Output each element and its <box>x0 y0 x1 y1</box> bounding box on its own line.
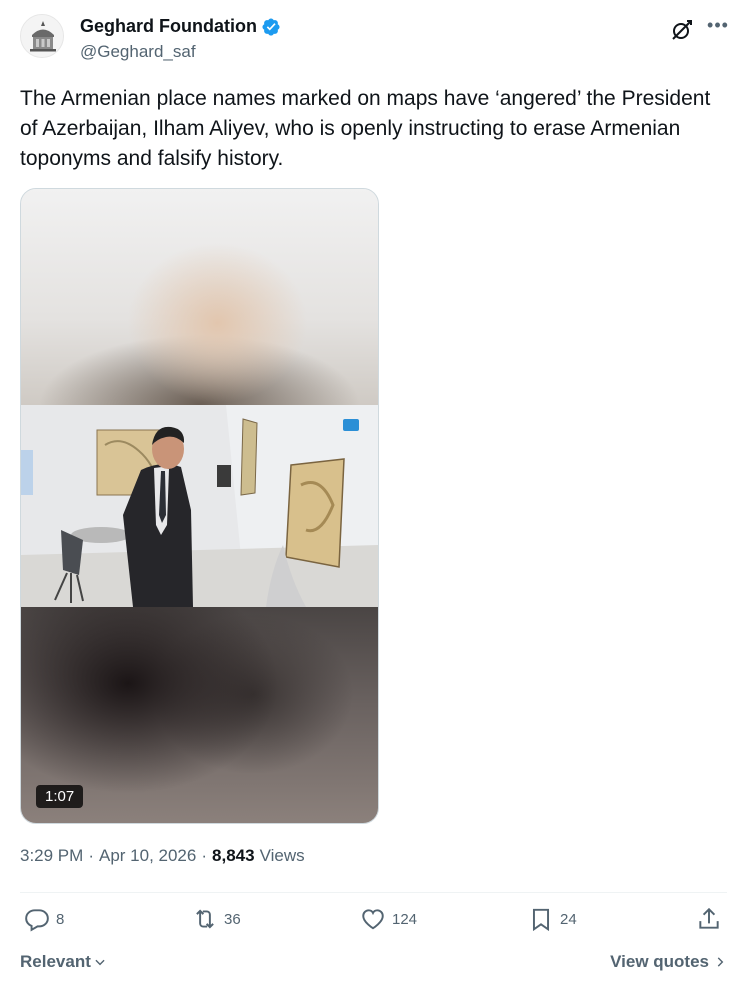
video-blurred-top <box>21 189 378 405</box>
grok-icon[interactable] <box>670 18 694 42</box>
repost-button[interactable]: 36 <box>192 906 241 932</box>
display-name[interactable]: Geghard Foundation <box>80 16 257 37</box>
avatar[interactable] <box>20 14 64 58</box>
like-count: 124 <box>392 910 418 928</box>
chevron-down-icon <box>95 959 105 966</box>
reply-button[interactable]: 8 <box>24 906 64 932</box>
share-icon <box>699 907 719 929</box>
verified-badge-icon <box>262 17 280 36</box>
tweet-metadata: 3:29 PM · Apr 10, 2026 · 8,843 Views <box>20 846 305 866</box>
bookmark-icon <box>532 908 550 932</box>
tweet-date[interactable]: Apr 10, 2026 <box>99 846 196 866</box>
tweet-text: The Armenian place names marked on maps … <box>20 87 711 170</box>
bookmark-count: 24 <box>560 910 577 928</box>
divider <box>20 892 727 893</box>
tweet-time[interactable]: 3:29 PM <box>20 846 83 866</box>
chevron-right-icon <box>717 957 724 967</box>
like-button[interactable]: 124 <box>360 906 417 932</box>
sort-label: Relevant <box>20 952 91 971</box>
tweet-header: Geghard Foundation @Geghard_saf ••• <box>20 14 730 70</box>
meta-separator: · <box>201 846 208 865</box>
heart-icon <box>362 909 384 930</box>
handle[interactable]: @Geghard_saf <box>80 42 196 62</box>
reply-icon <box>25 909 49 932</box>
share-button[interactable] <box>696 906 722 932</box>
bookmark-button[interactable]: 24 <box>528 906 577 932</box>
more-options-icon[interactable]: ••• <box>706 16 730 40</box>
reply-count: 8 <box>56 910 65 928</box>
sort-dropdown[interactable]: Relevant <box>20 952 107 972</box>
video-player[interactable]: 1:07 <box>20 188 379 824</box>
replies-footer: Relevant View quotes <box>20 950 727 976</box>
repost-count: 36 <box>224 910 241 928</box>
video-duration-badge: 1:07 <box>36 785 84 808</box>
views-count[interactable]: 8,843 <box>212 846 255 866</box>
view-quotes-link[interactable]: View quotes <box>610 952 727 972</box>
video-frame <box>21 405 378 607</box>
repost-icon <box>196 909 214 929</box>
meta-separator: · <box>88 846 94 865</box>
action-bar: 8 36 124 24 <box>20 906 727 940</box>
view-quotes-label: View quotes <box>610 952 709 971</box>
views-label: Views <box>259 846 305 865</box>
